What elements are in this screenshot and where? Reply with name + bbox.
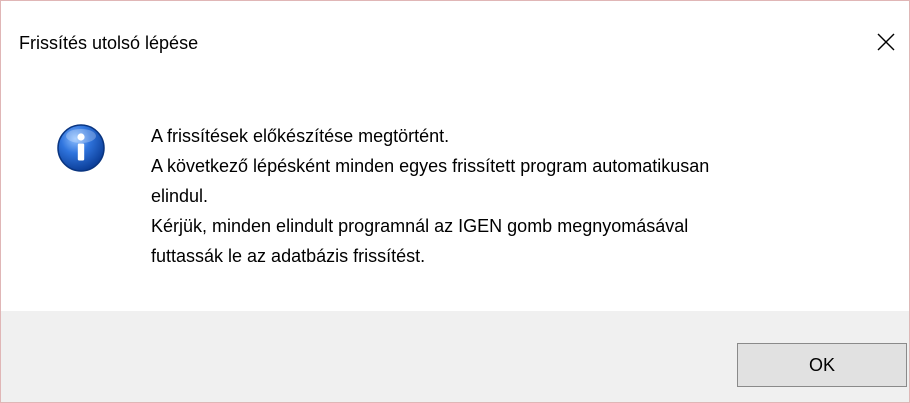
dialog-footer: OK bbox=[1, 311, 909, 402]
ok-button[interactable]: OK bbox=[737, 343, 907, 387]
title-bar: Frissítés utolsó lépése bbox=[1, 1, 909, 83]
message-text: A frissítések előkészítése megtörtént. A… bbox=[151, 121, 871, 271]
close-button[interactable] bbox=[869, 25, 903, 59]
message-line: A frissítések előkészítése megtörtént. bbox=[151, 126, 450, 146]
dialog-content: A frissítések előkészítése megtörtént. A… bbox=[1, 83, 909, 311]
info-icon bbox=[56, 123, 106, 173]
message-line: elindul. bbox=[151, 186, 209, 206]
message-dialog: Frissítés utolsó lépése A frissítések el… bbox=[0, 0, 910, 403]
close-icon bbox=[877, 33, 895, 51]
window-title: Frissítés utolsó lépése bbox=[19, 33, 199, 53]
message-line: A következő lépésként minden egyes friss… bbox=[151, 156, 710, 176]
message-line: Kérjük, minden elindult programnál az IG… bbox=[151, 216, 689, 236]
message-line: futtassák le az adatbázis frissítést. bbox=[151, 246, 426, 266]
